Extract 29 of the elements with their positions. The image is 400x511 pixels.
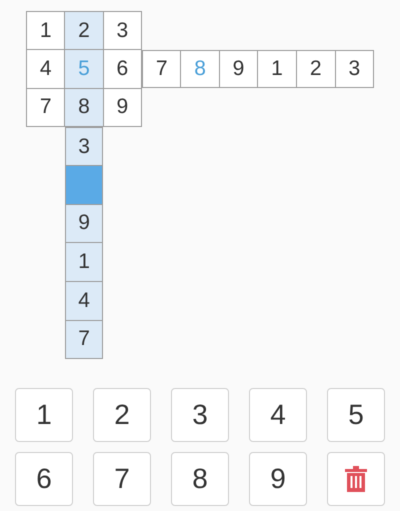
digit-key[interactable]: 7: [93, 452, 151, 506]
grid-cell[interactable]: 1: [27, 12, 64, 50]
grid-cell[interactable]: 3: [104, 12, 142, 50]
grid-cell[interactable]: 4: [27, 50, 64, 88]
digit-key[interactable]: 5: [327, 388, 385, 442]
trash-icon: [345, 466, 367, 492]
grid-cell[interactable]: 1: [258, 50, 296, 88]
grid-cell[interactable]: 9: [220, 50, 258, 88]
grid-cell[interactable]: 3: [66, 128, 102, 166]
grid-cell[interactable]: 7: [66, 320, 102, 358]
digit-key[interactable]: 9: [249, 452, 307, 506]
digit-key[interactable]: 8: [171, 452, 229, 506]
delete-key[interactable]: [327, 452, 385, 506]
grid-cell[interactable]: 6: [104, 50, 142, 88]
digit-key[interactable]: 4: [249, 388, 307, 442]
grid-cell[interactable]: 3: [336, 50, 374, 88]
grid-cell[interactable]: 4: [66, 282, 102, 320]
digit-key[interactable]: 2: [93, 388, 151, 442]
digit-key[interactable]: 3: [171, 388, 229, 442]
grid-cell[interactable]: 2: [65, 12, 103, 50]
grid-cell[interactable]: 9: [104, 88, 142, 126]
digit-key[interactable]: 1: [15, 388, 73, 442]
grid-cell[interactable]: 2: [296, 50, 334, 88]
digit-key[interactable]: 6: [15, 452, 73, 506]
grid-cell[interactable]: 1: [66, 243, 102, 281]
grid-cell[interactable]: 9: [66, 204, 102, 242]
grid-cell[interactable]: 8: [65, 88, 103, 126]
grid-cell[interactable]: 7: [27, 88, 64, 126]
grid-cell[interactable]: 7: [143, 50, 180, 88]
